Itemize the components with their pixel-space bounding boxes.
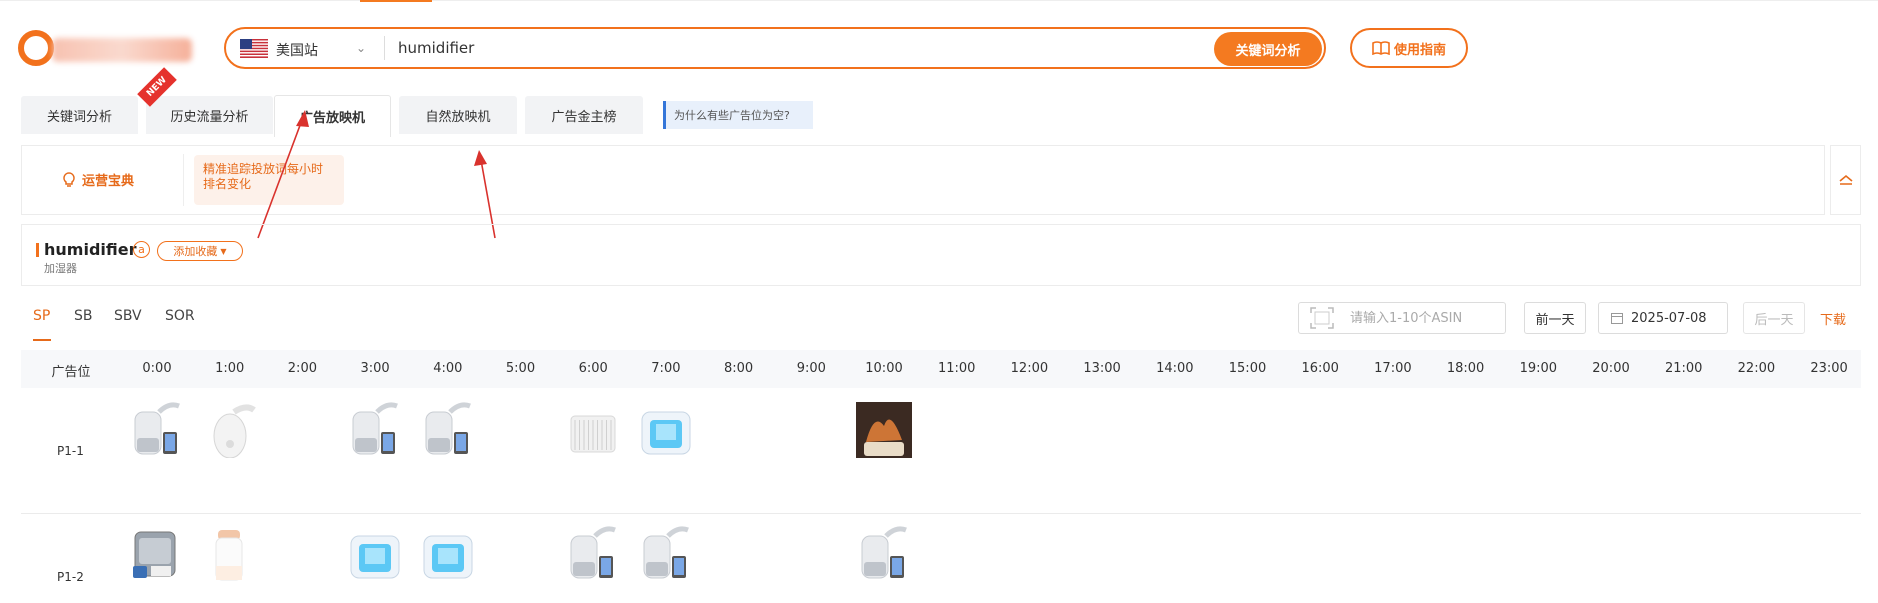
- prev-day-button[interactable]: 前一天: [1524, 302, 1586, 334]
- column-header-hour: 13:00: [1083, 361, 1121, 376]
- column-header-hour: 12:00: [1010, 361, 1049, 376]
- adtype-tab-sb[interactable]: SB: [74, 308, 93, 324]
- active-tab-underline: [33, 339, 51, 341]
- product-image: [350, 535, 400, 579]
- product-image: [133, 531, 176, 578]
- column-header-hour: 0:00: [142, 361, 172, 376]
- adtype-tab-sbv[interactable]: SBV: [114, 308, 142, 324]
- product-image: [861, 526, 907, 579]
- product-image: [570, 526, 617, 579]
- product-image: [643, 526, 689, 579]
- column-header-hour: 20:00: [1592, 361, 1630, 376]
- row-label-p1-2: P1-2: [57, 570, 84, 584]
- gray-tower-product-thumbnail[interactable]: [420, 402, 476, 458]
- product-image: [215, 530, 243, 581]
- gray-tower-product-thumbnail[interactable]: [638, 526, 694, 582]
- flame-product-thumbnail[interactable]: [856, 402, 912, 458]
- column-header-hour: 9:00: [796, 361, 826, 376]
- column-header-hour: 11:00: [937, 361, 976, 376]
- white-round-product-thumbnail[interactable]: [202, 402, 258, 459]
- add-favorite-button[interactable]: 添加收藏 ▼: [157, 241, 243, 261]
- column-header-hour: 14:00: [1156, 361, 1194, 376]
- blue-cube-product-thumbnail[interactable]: [347, 526, 403, 582]
- column-header-position: 广告位: [51, 365, 91, 380]
- calendar-icon: [1611, 313, 1623, 324]
- blue-cube-product-thumbnail[interactable]: [420, 526, 476, 582]
- product-image: [423, 535, 473, 579]
- column-header-hour: 4:00: [433, 361, 463, 376]
- product-image: [352, 402, 399, 455]
- scan-icon[interactable]: [1310, 307, 1334, 329]
- column-header-hour: 16:00: [1301, 361, 1339, 376]
- column-header-hour: 6:00: [578, 361, 608, 376]
- column-header-hour: 23:00: [1810, 361, 1848, 376]
- amazon-a-icon[interactable]: a: [133, 241, 150, 258]
- column-header-hour: 10:00: [865, 361, 903, 376]
- product-image: [570, 415, 616, 453]
- column-header-hour: 5:00: [505, 361, 536, 376]
- keyword-marker: [36, 243, 39, 257]
- product-image: [213, 404, 256, 459]
- column-header-hour: 18:00: [1446, 361, 1485, 376]
- gray-tower-product-thumbnail[interactable]: [565, 526, 621, 582]
- asin-input[interactable]: [1350, 306, 1500, 330]
- column-header-hour: 22:00: [1737, 361, 1776, 376]
- gray-tower-product-thumbnail[interactable]: [347, 402, 403, 458]
- column-header-hour: 19:00: [1519, 361, 1558, 376]
- product-image: [856, 402, 912, 458]
- caret-down-icon: ▼: [220, 246, 227, 256]
- next-day-button[interactable]: 后一天: [1743, 302, 1805, 334]
- keyword-title: humidifier: [44, 240, 137, 259]
- column-header-hour: 17:00: [1374, 361, 1412, 376]
- column-header-hour: 3:00: [360, 361, 390, 376]
- column-header-hour: 8:00: [723, 361, 754, 376]
- column-header-hour: 2:00: [287, 361, 317, 376]
- add-favorite-label: 添加收藏: [173, 245, 218, 258]
- white-ribbed-product-thumbnail[interactable]: [565, 402, 621, 458]
- date-value: 2025-07-08: [1631, 310, 1707, 326]
- row-label-p1-1: P1-1: [57, 444, 84, 458]
- blue-cube-product-thumbnail[interactable]: [638, 402, 694, 458]
- gray-tank-product-thumbnail[interactable]: [129, 526, 185, 582]
- download-link[interactable]: 下载: [1820, 309, 1846, 328]
- column-header-hour: 21:00: [1664, 361, 1703, 376]
- row-divider: [21, 513, 1861, 514]
- column-header-hour: 1:00: [215, 361, 245, 376]
- keyword-panel: [21, 224, 1861, 286]
- column-header-hour: 15:00: [1228, 361, 1267, 376]
- product-image: [425, 402, 471, 455]
- keyword-translation: 加湿器: [44, 262, 77, 275]
- product-image: [641, 411, 691, 455]
- date-picker[interactable]: 2025-07-08: [1598, 302, 1728, 334]
- peach-cylinder-product-thumbnail[interactable]: [202, 526, 258, 582]
- gray-tower-product-thumbnail[interactable]: [129, 402, 185, 458]
- column-header-hour: 7:00: [651, 361, 681, 376]
- gray-tower-product-thumbnail[interactable]: [856, 526, 912, 582]
- adtype-tab-sor[interactable]: SOR: [165, 308, 195, 324]
- product-image: [134, 402, 180, 455]
- adtype-tab-sp[interactable]: SP: [33, 308, 50, 324]
